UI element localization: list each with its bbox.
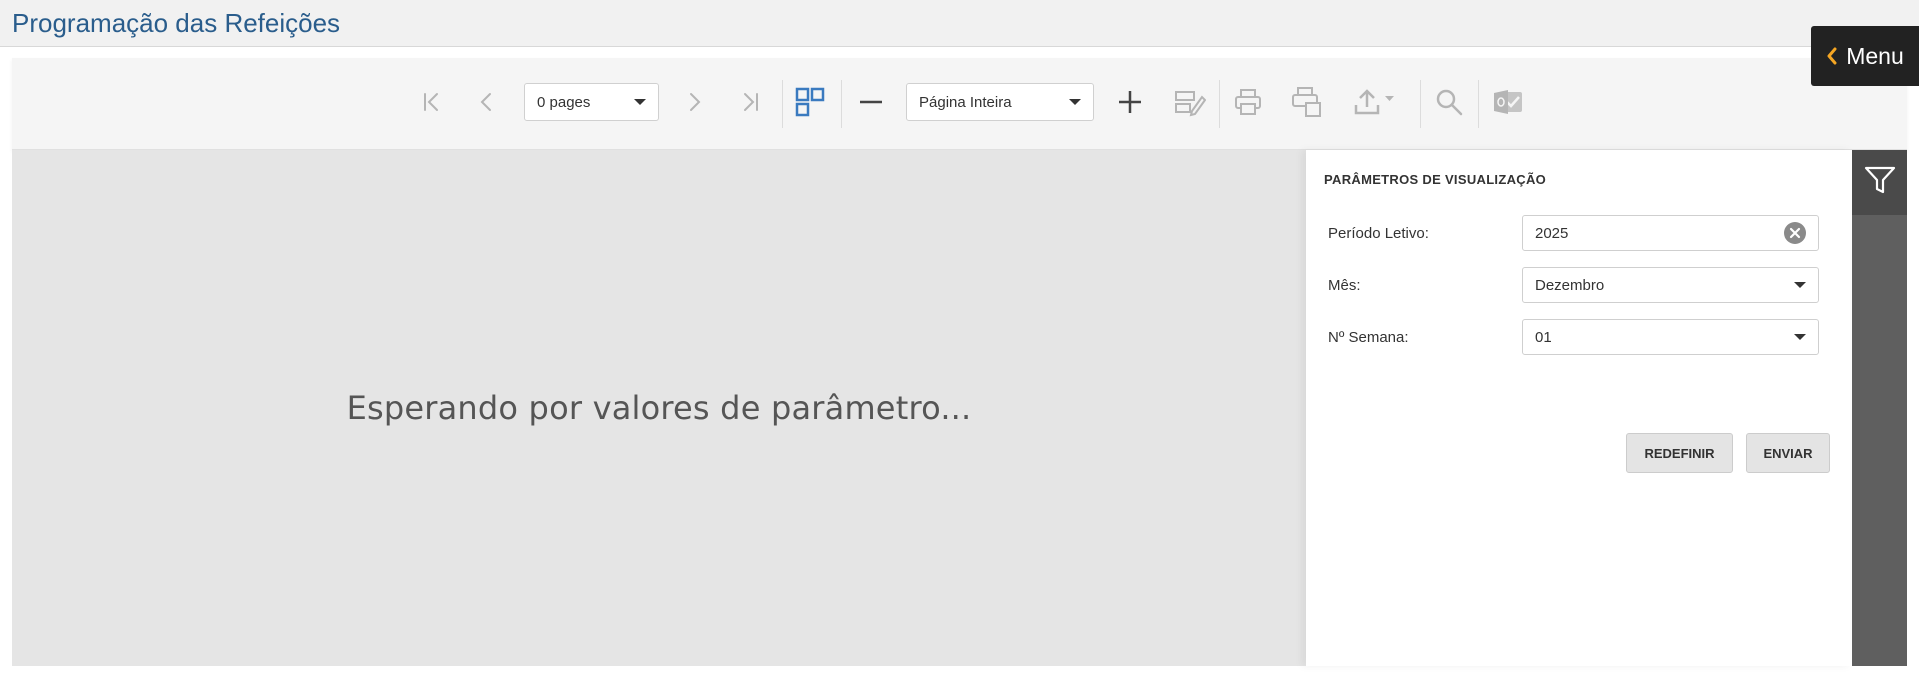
filter-icon [1864,165,1896,200]
semana-value: 01 [1535,328,1552,346]
zoom-in-icon [1117,89,1143,120]
parameters-title: PARÂMETROS DE VISUALIZAÇÃO [1324,172,1547,187]
caret-down-icon [1794,334,1806,340]
multipage-button[interactable] [788,82,832,126]
menu-button-label: Menu [1846,42,1904,69]
multipage-icon [795,87,825,122]
previous-page-icon [475,90,499,119]
edit-fields-icon [1174,87,1207,122]
last-page-icon [738,90,762,119]
mes-value: Dezembro [1535,276,1605,294]
caret-down-icon [634,99,646,105]
page-select-value: 0 pages [537,93,591,111]
reset-button[interactable]: REDEFINIR [1626,433,1733,473]
toolbar-separator [1478,80,1479,128]
parameters-panel: PARÂMETROS DE VISUALIZAÇÃO Período Letiv… [1306,150,1852,666]
parameters-tab[interactable] [1852,150,1907,215]
zoom-out-icon [858,89,884,120]
zoom-select[interactable]: Página Inteira [906,83,1094,121]
toolbar-separator [841,80,842,128]
mes-select[interactable]: Dezembro [1522,267,1819,303]
search-icon [1435,88,1463,121]
export-icon [1353,87,1397,122]
export-button[interactable] [1347,82,1403,126]
print-page-icon [1290,86,1322,123]
next-page-button[interactable] [672,82,716,126]
report-viewer: 0 pages Página Inteira Esperando por val… [12,58,1907,666]
toolbar-separator [1420,80,1421,128]
periodo-letivo-input[interactable]: 2025 [1522,215,1819,251]
viewer-toolbar: 0 pages Página Inteira [12,58,1907,150]
semana-select[interactable]: 01 [1522,319,1819,355]
print-button[interactable] [1226,82,1270,126]
side-rail [1852,150,1907,666]
submit-button[interactable]: ENVIAR [1746,433,1830,473]
periodo-letivo-label: Período Letivo: [1328,225,1429,242]
print-page-button[interactable] [1284,82,1328,126]
chevron-left-icon [1826,47,1838,65]
first-page-button[interactable] [410,82,454,126]
periodo-letivo-value: 2025 [1535,224,1569,242]
semana-label: Nº Semana: [1328,329,1409,346]
report-canvas: Esperando por valores de parâmetro... [12,150,1306,666]
clear-icon[interactable] [1784,222,1806,244]
next-page-icon [682,90,706,119]
toolbar-separator [782,80,783,128]
previous-page-button[interactable] [465,82,509,126]
print-icon [1234,88,1262,121]
menu-button[interactable]: Menu [1811,26,1919,86]
caret-down-icon [1794,282,1806,288]
edit-fields-button[interactable] [1168,82,1212,126]
zoom-out-button[interactable] [849,82,893,126]
zoom-select-value: Página Inteira [919,93,1012,111]
page-title: Programação das Refeições [12,8,341,38]
page-header: Programação das Refeições [0,0,1919,47]
zoom-in-button[interactable] [1108,82,1152,126]
first-page-icon [420,90,444,119]
search-button[interactable] [1427,82,1471,126]
last-page-button[interactable] [728,82,772,126]
outlook-icon [1492,87,1524,122]
toolbar-separator [1219,80,1220,128]
waiting-message: Esperando por valores de parâmetro... [346,389,972,427]
mes-label: Mês: [1328,277,1361,294]
caret-down-icon [1069,99,1081,105]
send-email-button[interactable] [1486,82,1530,126]
page-select[interactable]: 0 pages [524,83,659,121]
